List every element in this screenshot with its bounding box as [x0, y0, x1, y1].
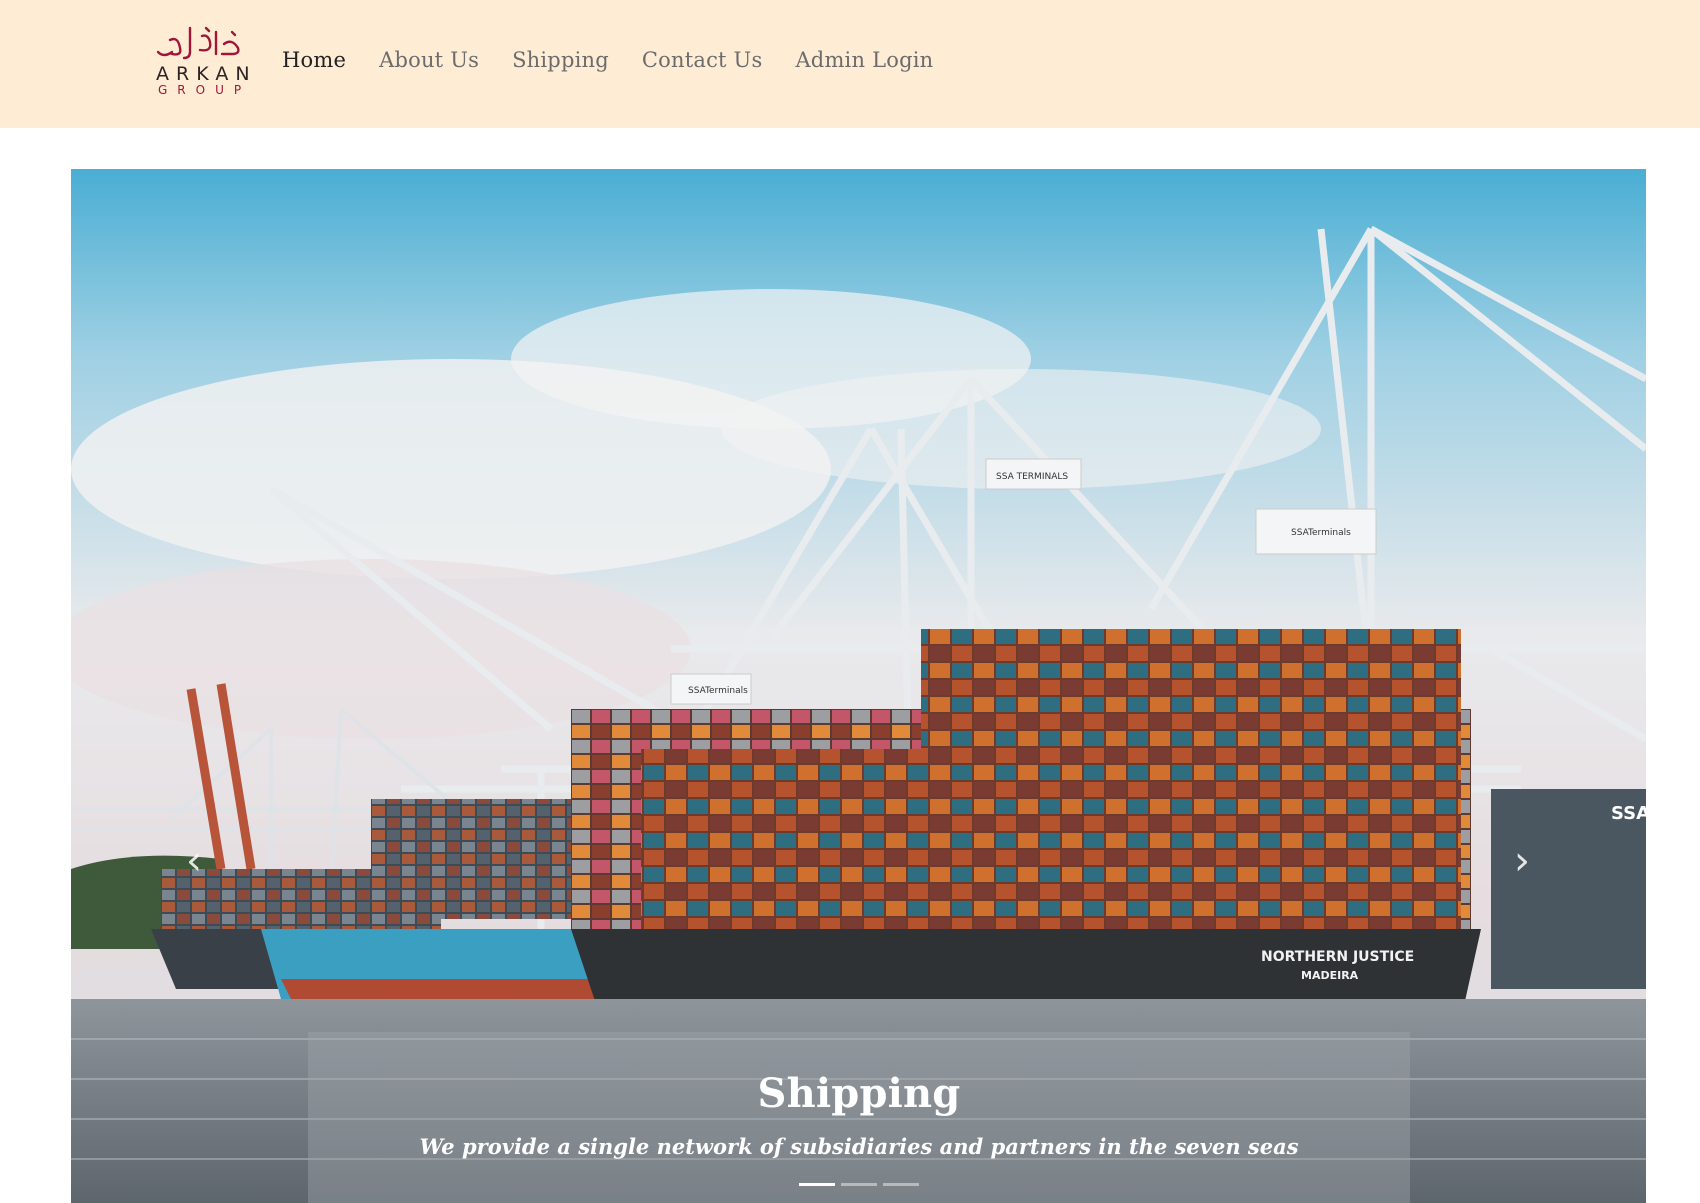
hull-name: NORTHERN JUSTICE — [1261, 949, 1414, 965]
arkan-group-logo[interactable]: ARKAN GROUP — [150, 22, 257, 102]
top-navbar: ARKAN GROUP Home About Us Shipping Conta… — [0, 0, 1700, 128]
carousel-indicator[interactable] — [798, 1183, 835, 1186]
nav-item-about: About Us — [379, 48, 479, 72]
logo-text-group: GROUP — [158, 83, 252, 97]
carousel-indicator[interactable] — [882, 1183, 919, 1186]
nav-link-about-us[interactable]: About Us — [379, 48, 479, 72]
nav-link-admin-login[interactable]: Admin Login — [795, 48, 933, 72]
crane-sign-1: SSA TERMINALS — [996, 472, 1068, 482]
nav-link-home[interactable]: Home — [282, 48, 346, 72]
carousel-next-button[interactable]: › — [1502, 841, 1542, 881]
nav-item-shipping: Shipping — [512, 48, 609, 72]
nav-link-shipping[interactable]: Shipping — [512, 48, 609, 72]
nav-link-contact-us[interactable]: Contact Us — [642, 48, 763, 72]
slide-caption: Shipping We provide a single network of … — [308, 1032, 1410, 1203]
arabic-wordmark — [156, 26, 240, 60]
hero-carousel[interactable]: SSA TERMINALS SSATerminals SSATerminals … — [71, 169, 1646, 1203]
ssa-side-label: SSA — [1611, 803, 1646, 824]
nav-item-home: Home — [282, 48, 346, 72]
carousel-prev-button[interactable]: ‹ — [174, 841, 214, 881]
slide-title: Shipping — [757, 1070, 961, 1117]
crane-sign-3: SSATerminals — [688, 686, 748, 696]
slide-subtitle: We provide a single network of subsidiar… — [419, 1134, 1299, 1159]
main-nav: Home About Us Shipping Contact Us Admin … — [282, 48, 966, 72]
carousel-indicator[interactable] — [840, 1183, 877, 1186]
crane-sign-2: SSATerminals — [1291, 528, 1351, 538]
hull-port: MADEIRA — [1301, 969, 1359, 982]
chevron-left-icon: ‹ — [186, 838, 202, 884]
nav-item-contact: Contact Us — [642, 48, 763, 72]
carousel-indicators — [71, 1183, 1646, 1187]
nav-item-admin: Admin Login — [795, 48, 933, 72]
chevron-right-icon: › — [1514, 838, 1530, 884]
logo-text-arkan: ARKAN — [156, 63, 257, 85]
